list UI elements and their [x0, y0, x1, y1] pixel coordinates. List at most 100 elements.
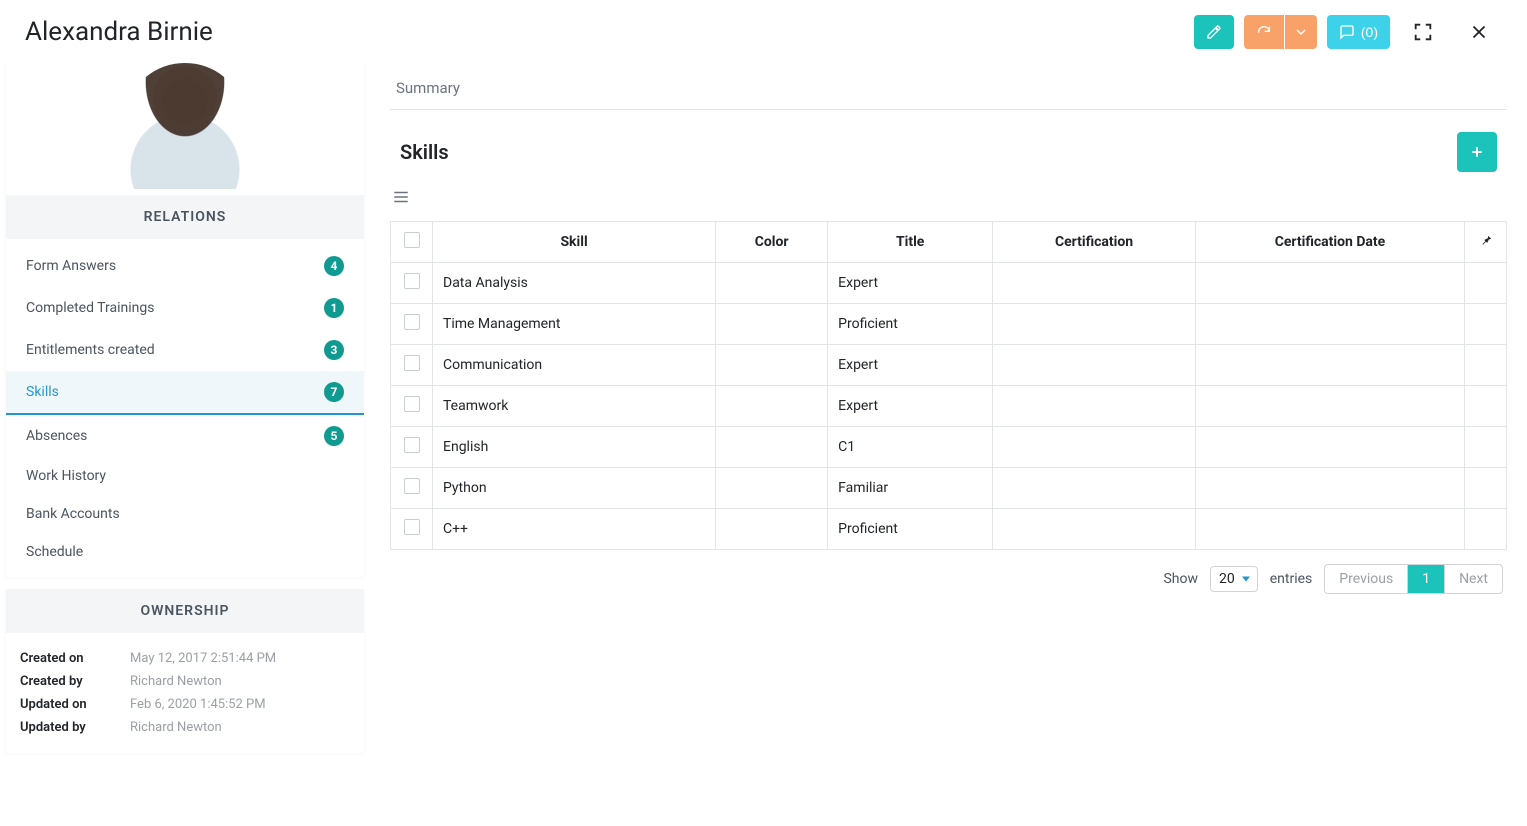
cell-cert [993, 468, 1196, 509]
sidebar-item-skills[interactable]: Skills7 [6, 371, 364, 415]
add-skill-button[interactable] [1457, 132, 1497, 172]
cell-cert_date [1195, 304, 1464, 345]
fullscreen-button[interactable] [1400, 15, 1446, 49]
refresh-button[interactable] [1244, 15, 1284, 49]
refresh-dropdown-button[interactable] [1285, 15, 1317, 49]
sidebar-item-schedule[interactable]: Schedule [6, 533, 364, 571]
cell-cert [993, 263, 1196, 304]
sidebar-item-absences[interactable]: Absences5 [6, 415, 364, 457]
cell-color [716, 263, 828, 304]
sidebar-item-form-answers[interactable]: Form Answers4 [6, 245, 364, 287]
table-row[interactable]: Time Management Proficient [391, 304, 1507, 345]
column-header[interactable]: Certification [993, 222, 1196, 263]
pager-next[interactable]: Next [1445, 565, 1502, 593]
cell-cert [993, 345, 1196, 386]
refresh-icon [1256, 24, 1272, 40]
row-checkbox[interactable] [404, 355, 420, 371]
skills-table: SkillColorTitleCertificationCertificatio… [390, 221, 1507, 550]
cell-skill: Teamwork [433, 386, 716, 427]
chevron-down-icon [1293, 24, 1309, 40]
sidebar-item-entitlements-created[interactable]: Entitlements created3 [6, 329, 364, 371]
table-row[interactable]: Teamwork Expert [391, 386, 1507, 427]
table-row[interactable]: C++ Proficient [391, 509, 1507, 550]
row-checkbox[interactable] [404, 273, 420, 289]
sidebar-item-label: Entitlements created [26, 342, 155, 358]
sidebar-item-bank-accounts[interactable]: Bank Accounts [6, 495, 364, 533]
cell-title: Proficient [828, 304, 993, 345]
section-title: Skills [400, 140, 449, 164]
row-checkbox[interactable] [404, 314, 420, 330]
pagination: Previous 1 Next [1324, 564, 1503, 594]
table-row[interactable]: Data Analysis Expert [391, 263, 1507, 304]
cell-cert_date [1195, 263, 1464, 304]
sidebar-item-label: Work History [26, 468, 106, 484]
ownership-value: Richard Newton [130, 674, 350, 689]
cell-pin [1465, 427, 1507, 468]
cell-skill: Communication [433, 345, 716, 386]
table-row[interactable]: EnglishC1 [391, 427, 1507, 468]
tab-summary[interactable]: Summary [390, 79, 466, 97]
cell-cert_date [1195, 468, 1464, 509]
page-title: Alexandra Birnie [25, 17, 213, 47]
ownership-value: Feb 6, 2020 1:45:52 PM [130, 697, 350, 712]
comments-count: (0) [1361, 24, 1378, 40]
close-button[interactable] [1456, 15, 1502, 49]
comment-icon [1339, 24, 1355, 40]
pager-previous[interactable]: Previous [1325, 565, 1408, 593]
cell-cert_date [1195, 509, 1464, 550]
ownership-value: Richard Newton [130, 720, 350, 735]
sidebar-item-label: Schedule [26, 544, 83, 560]
cell-title: Expert [828, 386, 993, 427]
sidebar-item-completed-trainings[interactable]: Completed Trainings1 [6, 287, 364, 329]
select-all-checkbox[interactable] [404, 232, 420, 248]
menu-icon [392, 188, 410, 206]
sidebar-item-label: Bank Accounts [26, 506, 120, 522]
pencil-icon [1206, 24, 1222, 40]
cell-color [716, 386, 828, 427]
cell-pin [1465, 304, 1507, 345]
edit-button[interactable] [1194, 15, 1234, 49]
relations-heading: RELATIONS [6, 195, 364, 239]
close-icon [1468, 21, 1490, 43]
sidebar-item-badge: 7 [324, 382, 344, 402]
column-header[interactable]: Certification Date [1195, 222, 1464, 263]
ownership-label: Updated on [20, 697, 130, 712]
sidebar-item-work-history[interactable]: Work History [6, 457, 364, 495]
cell-skill: Data Analysis [433, 263, 716, 304]
cell-cert_date [1195, 345, 1464, 386]
cell-skill: C++ [433, 509, 716, 550]
row-checkbox[interactable] [404, 478, 420, 494]
fullscreen-icon [1412, 21, 1434, 43]
cell-title: Proficient [828, 509, 993, 550]
ownership-label: Created on [20, 651, 130, 666]
table-menu-button[interactable] [392, 190, 410, 211]
table-row[interactable]: PythonFamiliar [391, 468, 1507, 509]
cell-color [716, 427, 828, 468]
table-row[interactable]: Communication Expert [391, 345, 1507, 386]
cell-title: Expert [828, 345, 993, 386]
column-header[interactable]: Title [828, 222, 993, 263]
comments-button[interactable]: (0) [1327, 15, 1390, 49]
column-header[interactable]: Skill [433, 222, 716, 263]
cell-color [716, 304, 828, 345]
row-checkbox[interactable] [404, 519, 420, 535]
pin-column-header[interactable] [1465, 222, 1507, 263]
sidebar-item-label: Form Answers [26, 258, 116, 274]
cell-title: Expert [828, 263, 993, 304]
page-size-select[interactable]: 20 [1210, 566, 1258, 592]
pager-page-1[interactable]: 1 [1408, 565, 1445, 593]
ownership-grid: Created onMay 12, 2017 2:51:44 PMCreated… [6, 633, 364, 753]
pin-icon [1479, 233, 1493, 247]
cell-skill: Time Management [433, 304, 716, 345]
cell-pin [1465, 386, 1507, 427]
sidebar-item-badge: 5 [324, 426, 344, 446]
cell-cert_date [1195, 386, 1464, 427]
row-checkbox[interactable] [404, 396, 420, 412]
cell-color [716, 509, 828, 550]
cell-cert_date [1195, 427, 1464, 468]
row-checkbox[interactable] [404, 437, 420, 453]
cell-cert [993, 386, 1196, 427]
column-header[interactable]: Color [716, 222, 828, 263]
table-footer: Show 20 entries Previous 1 Next [390, 550, 1507, 608]
cell-cert [993, 427, 1196, 468]
